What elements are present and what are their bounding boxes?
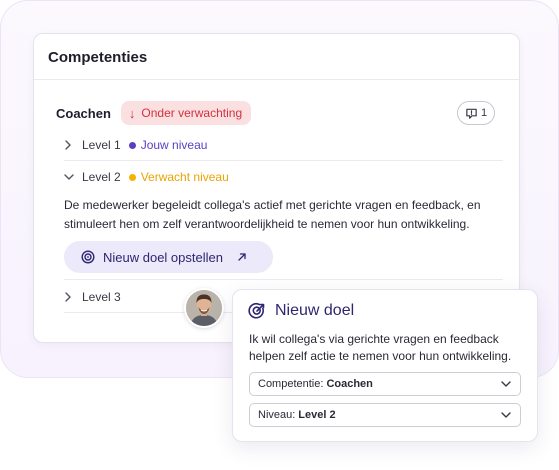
tag-dot xyxy=(128,141,136,149)
chevron-down-icon xyxy=(500,410,512,420)
divider xyxy=(64,279,503,280)
comment-icon xyxy=(466,108,477,119)
target-icon xyxy=(81,250,95,264)
target-arrow-icon xyxy=(248,303,265,319)
select-label: Competentie: xyxy=(258,378,324,390)
avatar-image xyxy=(186,290,222,326)
level-row-1[interactable]: Level 1 Jouw niveau xyxy=(64,130,503,160)
divider xyxy=(64,160,503,161)
card-title: Competenties xyxy=(48,49,148,66)
popup-title: Nieuw doel xyxy=(275,302,355,319)
new-goal-button[interactable]: Nieuw doel opstellen xyxy=(64,241,273,273)
competence-name: Coachen xyxy=(56,105,111,121)
level-label: Level 1 xyxy=(82,138,121,152)
select-value: Level 2 xyxy=(298,409,336,421)
chevron-down-icon xyxy=(500,379,512,389)
arrow-down-icon: ↓ xyxy=(128,105,136,121)
level-description: De medewerker begeleidt collega's actief… xyxy=(64,198,481,231)
competence-row: Coachen ↓ Onder verwachting 1 xyxy=(56,100,497,126)
select-label: Niveau: xyxy=(258,409,296,421)
new-goal-label: Nieuw doel opstellen xyxy=(103,249,223,265)
status-label: Onder verwachting xyxy=(141,106,243,120)
chevron-right-icon xyxy=(64,140,74,150)
competence-select[interactable]: Competentie: Coachen xyxy=(249,372,521,396)
comment-count: 1 xyxy=(480,107,488,119)
popup-header: Nieuw doel xyxy=(248,302,354,320)
chevron-right-icon xyxy=(64,292,74,302)
level-label: Level 3 xyxy=(82,290,121,304)
level-row-2[interactable]: Level 2 Verwacht niveau xyxy=(64,162,503,192)
level-select[interactable]: Niveau: Level 2 xyxy=(249,403,521,427)
arrow-up-right-icon xyxy=(238,253,246,261)
level-label: Level 2 xyxy=(82,170,121,184)
avatar xyxy=(184,288,224,328)
new-goal-popup: Nieuw doel Ik wil collega's via gerichte… xyxy=(232,289,538,442)
level-tag: Verwacht niveau xyxy=(140,170,229,184)
popup-description: Ik wil collega's via gerichte vragen en … xyxy=(249,332,512,363)
card-header: Competenties xyxy=(34,34,519,80)
level-tag: Jouw niveau xyxy=(140,138,208,152)
status-badge: ↓ Onder verwachting xyxy=(120,101,252,125)
tag-dot xyxy=(128,173,136,181)
chevron-down-icon xyxy=(64,173,74,181)
comments-button[interactable]: 1 xyxy=(457,101,495,125)
select-value: Coachen xyxy=(326,378,373,390)
